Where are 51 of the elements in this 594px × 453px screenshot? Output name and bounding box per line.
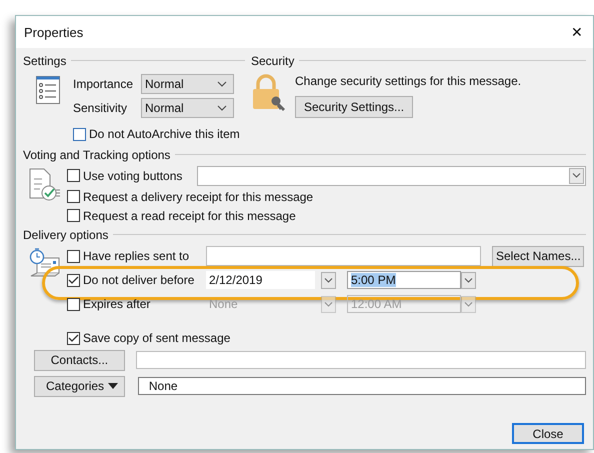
- chevron-icon: [217, 81, 227, 87]
- chevron-icon: [572, 173, 581, 178]
- close-button[interactable]: Close: [512, 423, 584, 444]
- reply-address-field[interactable]: [206, 246, 481, 266]
- dropdown-button[interactable]: [321, 272, 336, 288]
- checkbox-label: Save copy of sent message: [83, 331, 230, 345]
- checkbox[interactable]: [67, 169, 80, 182]
- checklist-document-icon: [29, 168, 61, 202]
- window-title: Properties: [24, 24, 84, 40]
- lock-key-icon: [251, 74, 287, 112]
- section-heading: Settings: [23, 54, 66, 68]
- checkbox-label: Expires after: [83, 297, 152, 311]
- checkbox-label: Do not AutoArchive this item: [89, 127, 240, 141]
- time-field[interactable]: 5:00 PM: [347, 271, 461, 289]
- description-text: Change security settings for this message.: [295, 74, 522, 88]
- checkbox[interactable]: [73, 128, 86, 140]
- checkbox-label: Do not deliver before: [83, 273, 196, 287]
- checkbox[interactable]: [67, 332, 80, 345]
- security-settings-button[interactable]: Security Settings...: [295, 96, 414, 118]
- checkbox[interactable]: [67, 209, 80, 222]
- categories-button[interactable]: Categories: [34, 376, 125, 396]
- checkbox[interactable]: [67, 190, 80, 203]
- checkbox[interactable]: [67, 274, 80, 286]
- dropdown[interactable]: Normal: [141, 74, 234, 94]
- checkbox-label: Use voting buttons: [83, 168, 184, 182]
- close-icon[interactable]: ✕: [571, 24, 583, 40]
- chevron-icon: [464, 302, 473, 306]
- section-heading: Voting and Tracking options: [23, 148, 170, 162]
- checkbox-label: Have replies sent to: [83, 249, 190, 263]
- contacts-button[interactable]: Contacts...: [34, 350, 125, 370]
- clock-envelope-icon: [29, 248, 61, 278]
- dropdown-button[interactable]: [569, 168, 584, 184]
- contacts-field[interactable]: [136, 351, 586, 369]
- date-field[interactable]: 2/12/2019: [206, 271, 315, 289]
- field-label: Importance: [73, 77, 134, 91]
- chevron-icon: [464, 278, 473, 282]
- select-names-button[interactable]: Select Names...: [492, 246, 584, 266]
- checkbox-label: Request a read receipt for this message: [83, 208, 296, 222]
- chevron-icon: [217, 105, 227, 111]
- list-document-icon: [36, 76, 60, 104]
- dropdown[interactable]: Normal: [141, 98, 234, 118]
- chevron-icon: [324, 302, 333, 306]
- chevron-icon: [324, 278, 333, 282]
- caret-icon: [108, 383, 118, 389]
- section-heading: Security: [251, 54, 294, 68]
- section-heading: Delivery options: [23, 228, 108, 242]
- checkbox[interactable]: [67, 250, 80, 262]
- categories-field[interactable]: None: [138, 377, 586, 395]
- field-label: Sensitivity: [73, 101, 128, 115]
- dropdown-button[interactable]: [461, 272, 476, 288]
- checkbox-label: Request a delivery receipt for this message: [83, 190, 314, 204]
